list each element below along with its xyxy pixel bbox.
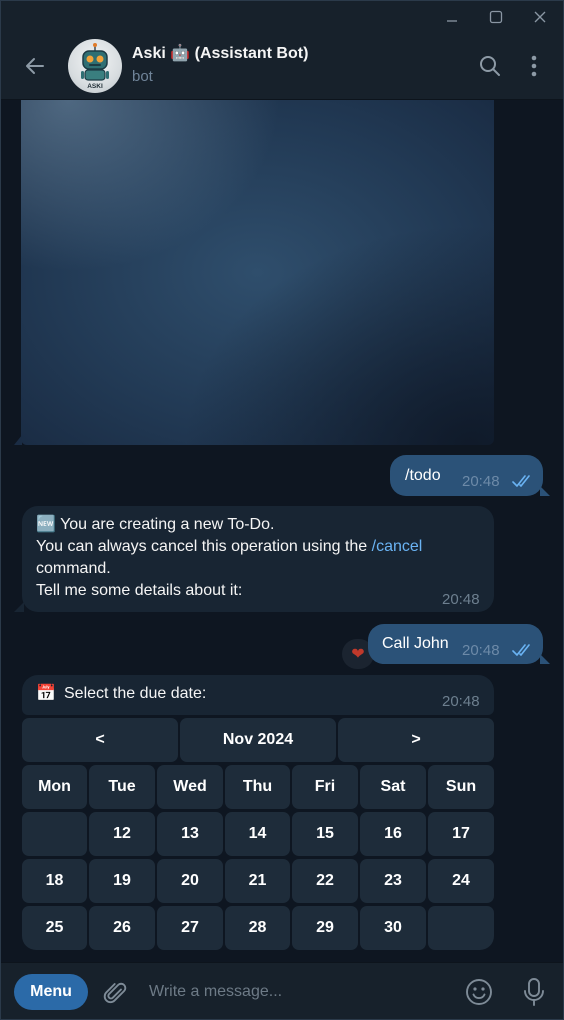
weekday-button[interactable]: Sun [428, 765, 494, 809]
day-button[interactable]: 17 [428, 812, 494, 856]
message-line: Tell me some details about it: [36, 582, 243, 599]
chat-title[interactable]: Aski 🤖 (Assistant Bot) [132, 43, 308, 63]
day-button[interactable]: 21 [225, 859, 290, 903]
weekday-button[interactable]: Mon [22, 765, 87, 809]
message-text: Select the due date: [64, 685, 207, 702]
current-month-button[interactable]: Nov 2024 [180, 718, 336, 762]
weekday-button[interactable]: Sat [360, 765, 426, 809]
bubble-tail [14, 602, 24, 612]
paperclip-icon[interactable] [101, 977, 131, 1007]
bot-menu-button[interactable]: Menu [14, 974, 88, 1010]
day-button[interactable]: 15 [292, 812, 358, 856]
prev-month-button[interactable]: < [22, 718, 178, 762]
message-list[interactable]: /todo 20:48 🆕 You are creating a new To-… [1, 100, 563, 962]
day-button[interactable] [22, 812, 87, 856]
arrow-left-icon[interactable] [21, 53, 49, 79]
weekday-button[interactable]: Wed [157, 765, 223, 809]
message-time: 20:48 [442, 591, 480, 608]
day-button[interactable]: 29 [292, 906, 358, 950]
message-text: /todo [405, 467, 441, 484]
message-text: Call John [382, 635, 449, 652]
day-button[interactable]: 24 [428, 859, 494, 903]
blurred-image-message[interactable] [21, 100, 494, 445]
message-time: 20:48 [442, 693, 480, 710]
day-button[interactable]: 26 [89, 906, 155, 950]
incoming-message-new-todo[interactable]: 🆕 You are creating a new To-Do. You can … [22, 506, 494, 612]
chat-subtitle: bot [132, 68, 153, 85]
weekday-button[interactable]: Fri [292, 765, 358, 809]
more-vertical-icon[interactable] [521, 53, 547, 79]
bubble-tail [540, 486, 550, 496]
chat-header: ASKI Aski 🤖 (Assistant Bot) bot [1, 33, 563, 100]
message-line: You can always cancel this operation usi… [36, 538, 372, 555]
day-button[interactable] [428, 906, 494, 950]
message-input[interactable] [141, 975, 457, 1009]
message-time: 20:48 [462, 642, 500, 659]
day-button[interactable]: 20 [157, 859, 223, 903]
outgoing-message-todo[interactable]: /todo 20:48 [390, 455, 543, 496]
close-icon[interactable] [517, 1, 563, 33]
day-button[interactable]: 14 [225, 812, 290, 856]
maximize-icon[interactable] [473, 1, 519, 33]
day-button[interactable]: 23 [360, 859, 426, 903]
next-month-button[interactable]: > [338, 718, 494, 762]
message-time: 20:48 [462, 473, 500, 490]
day-button[interactable]: 19 [89, 859, 155, 903]
outgoing-message-call-john[interactable]: Call John 20:48 [368, 624, 543, 664]
avatar[interactable]: ASKI [68, 39, 122, 93]
message-line: command. [36, 560, 111, 577]
double-check-icon [512, 475, 530, 487]
day-button[interactable]: 22 [292, 859, 358, 903]
message-text: 🆕 You are creating a new To-Do. You can … [36, 514, 476, 602]
day-button[interactable]: 30 [360, 906, 426, 950]
new-emoji: 🆕 [36, 516, 56, 533]
day-button[interactable]: 18 [22, 859, 87, 903]
minimize-icon[interactable] [429, 1, 475, 33]
calendar-emoji: 📅 [36, 685, 56, 702]
day-button[interactable]: 13 [157, 812, 223, 856]
incoming-message-select-date[interactable]: 📅 Select the due date: 20:48 [22, 675, 494, 715]
day-button[interactable]: 12 [89, 812, 155, 856]
cancel-command-link[interactable]: /cancel [372, 538, 423, 555]
day-button[interactable]: 16 [360, 812, 426, 856]
microphone-icon[interactable] [520, 976, 548, 1008]
telegram-window: ASKI Aski 🤖 (Assistant Bot) bot /todo 20… [0, 0, 564, 1020]
title-bar [1, 1, 563, 33]
image-bubble-tail [14, 435, 22, 445]
search-icon[interactable] [477, 53, 503, 79]
robot-avatar-image: ASKI [81, 43, 109, 90]
day-button[interactable]: 25 [22, 906, 87, 950]
weekday-button[interactable]: Tue [89, 765, 155, 809]
day-button[interactable]: 28 [225, 906, 290, 950]
message-composer: Menu [1, 962, 563, 1019]
day-button[interactable]: 27 [157, 906, 223, 950]
emoji-icon[interactable] [464, 977, 494, 1007]
message-line: You are creating a new To-Do. [60, 516, 275, 533]
svg-text:ASKI: ASKI [87, 83, 103, 90]
double-check-icon [512, 644, 530, 656]
weekday-button[interactable]: Thu [225, 765, 290, 809]
bubble-tail [540, 654, 550, 664]
